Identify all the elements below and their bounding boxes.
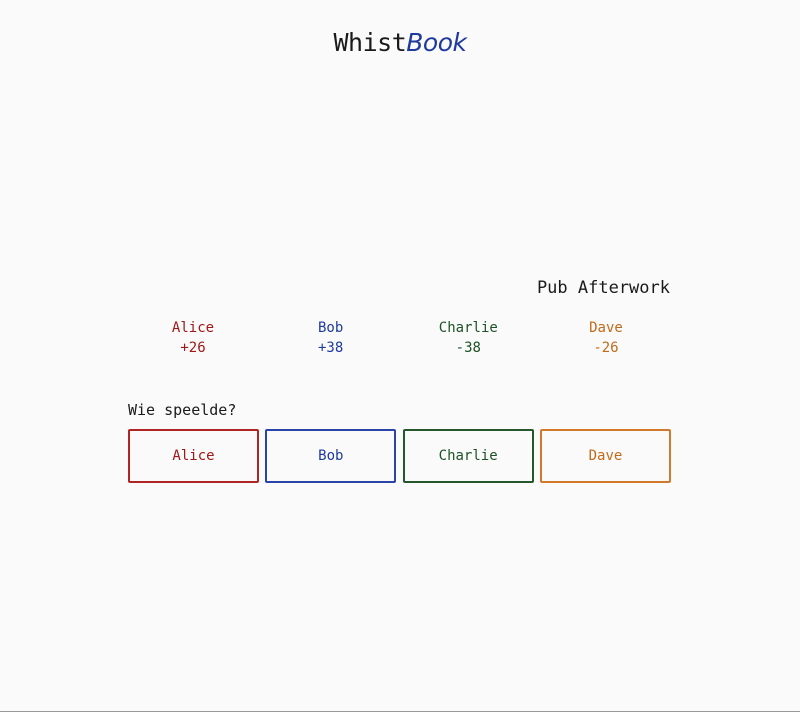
player-button-group: Alice Bob Charlie Dave — [128, 429, 671, 483]
scoreboard: Alice +26 Bob +38 Charlie -38 Dave -26 — [128, 318, 671, 362]
player-button-charlie[interactable]: Charlie — [402, 429, 534, 483]
player-name: Bob — [318, 320, 344, 336]
player-score: +38 — [318, 340, 344, 356]
score-column-charlie: Charlie -38 — [403, 318, 533, 362]
score-column-alice: Alice +26 — [128, 318, 258, 362]
score-column-bob: Bob +38 — [266, 318, 396, 362]
player-button-bob[interactable]: Bob — [265, 429, 397, 483]
player-name: Charlie — [438, 320, 498, 336]
game-name: Pub Afterwork — [536, 278, 670, 298]
who-played-prompt: Wie speelde? — [128, 401, 237, 419]
player-button-dave[interactable]: Dave — [539, 429, 671, 483]
app-title-book: Book — [406, 28, 467, 57]
player-name: Dave — [589, 320, 623, 336]
app-title: WhistBook — [0, 28, 800, 58]
score-column-dave: Dave -26 — [541, 318, 671, 362]
player-name: Alice — [171, 320, 215, 336]
app-title-whist: Whist — [333, 28, 407, 57]
player-button-alice[interactable]: Alice — [128, 429, 259, 483]
player-score: +26 — [180, 340, 206, 356]
player-score: -26 — [593, 340, 619, 356]
player-score: -38 — [455, 340, 481, 356]
